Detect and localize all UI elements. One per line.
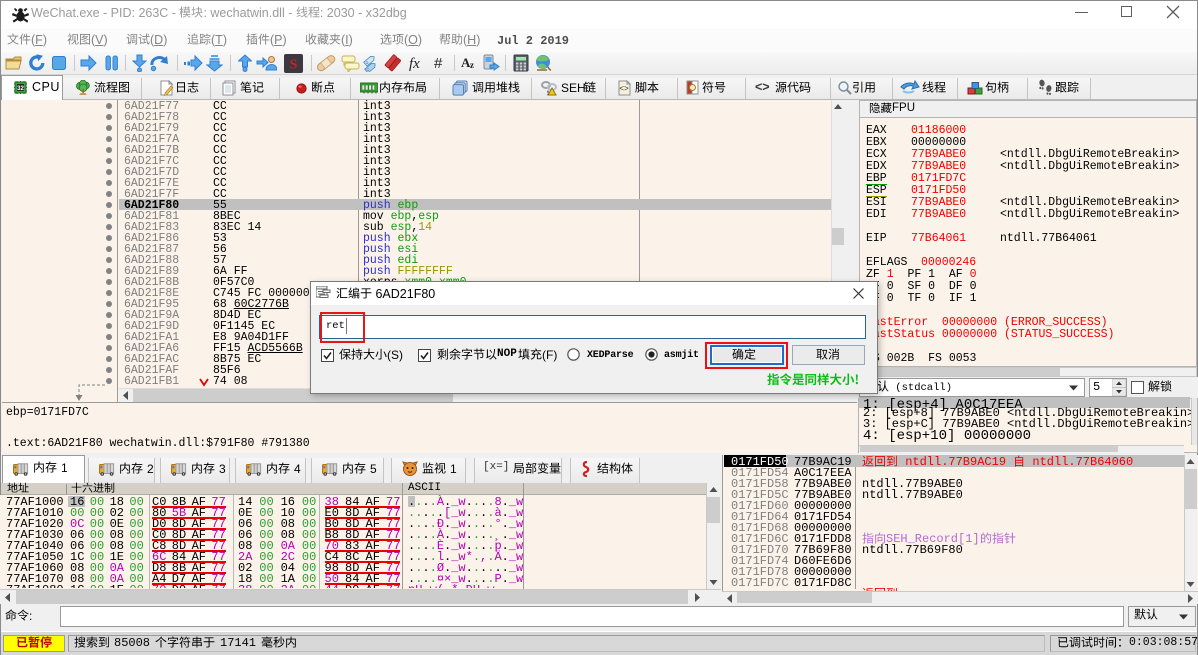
- svg-text:#: #: [434, 55, 443, 72]
- svg-text:z: z: [470, 60, 474, 70]
- svg-text:S: S: [290, 58, 298, 73]
- svg-text:32: 32: [17, 86, 24, 92]
- svg-text:fx: fx: [409, 56, 420, 72]
- svg-text:<>: <>: [619, 85, 629, 94]
